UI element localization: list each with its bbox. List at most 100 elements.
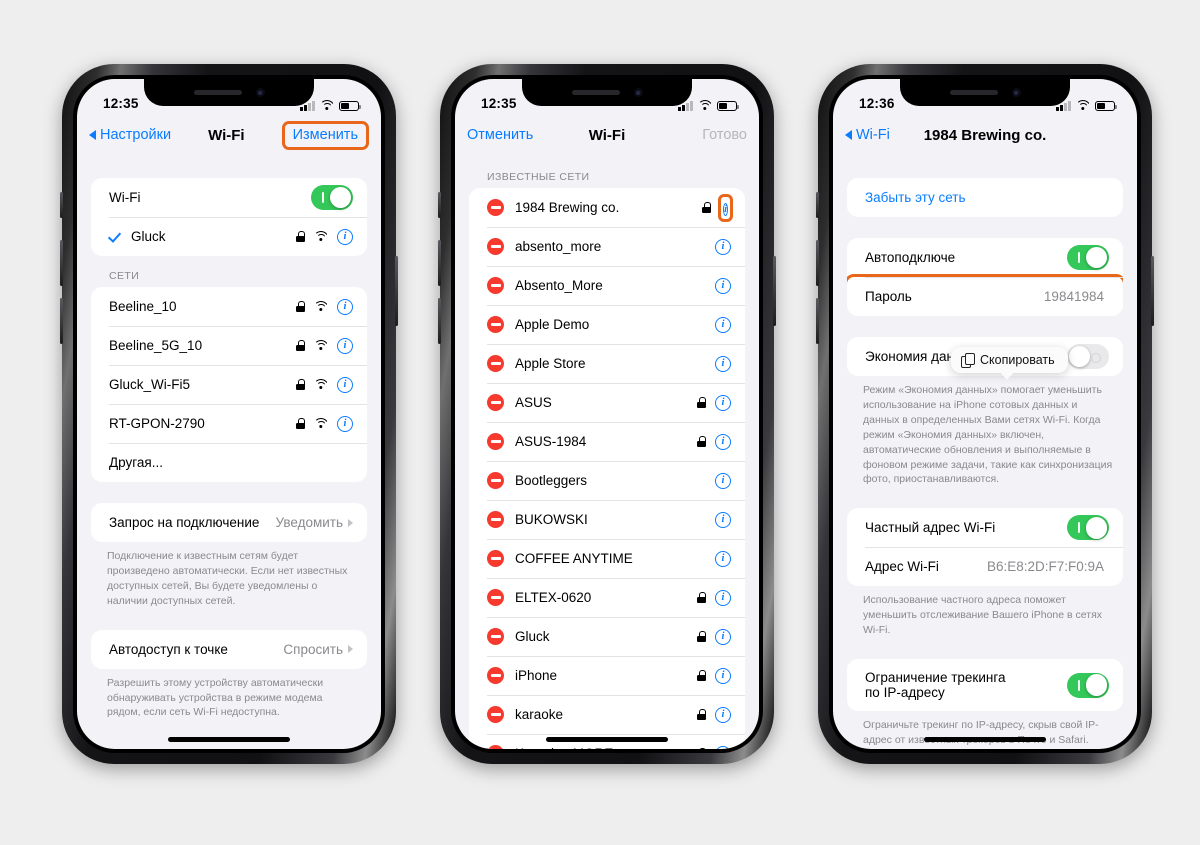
info-icon[interactable]: i: [337, 376, 353, 393]
table-row[interactable]: ELTEX-0620 i: [469, 578, 745, 617]
ip-tracking-row[interactable]: Ограничение трекинга по IP-адресу: [847, 659, 1123, 711]
settings-content-1[interactable]: Wi-Fi Gluck i СЕТИ Beeline_10 i Beeline_…: [77, 157, 381, 749]
remove-icon[interactable]: [487, 706, 504, 723]
list-item[interactable]: Beeline_5G_10 i: [91, 326, 367, 365]
ip-tracking-toggle[interactable]: [1067, 672, 1109, 698]
remove-icon[interactable]: [487, 472, 504, 489]
remove-icon[interactable]: [487, 628, 504, 645]
wifi-address-row: Адрес Wi-Fi B6:E8:2D:F7:F0:9A: [847, 547, 1123, 586]
remove-icon[interactable]: [487, 511, 504, 528]
other-network-item[interactable]: Другая...: [91, 443, 367, 482]
copy-tooltip[interactable]: Скопировать: [951, 347, 1068, 373]
info-icon[interactable]: i: [715, 511, 731, 528]
volume-down-button[interactable]: [438, 298, 441, 344]
phone-screen-1: 12:35 Настройки Wi-Fi Изменить Wi-Fi Glu…: [77, 79, 381, 749]
private-address-row[interactable]: Частный адрес Wi-Fi: [847, 508, 1123, 547]
remove-icon[interactable]: [487, 277, 504, 294]
table-row[interactable]: COFFEE ANYTIME i: [469, 539, 745, 578]
table-row[interactable]: ASUS i: [469, 383, 745, 422]
remove-icon[interactable]: [487, 316, 504, 333]
back-button-settings[interactable]: Настройки: [89, 127, 171, 143]
power-button[interactable]: [1151, 256, 1154, 326]
private-address-toggle[interactable]: [1067, 515, 1109, 541]
home-indicator[interactable]: [168, 737, 290, 742]
table-row[interactable]: karaoke i: [469, 695, 745, 734]
table-row[interactable]: Apple Demo i: [469, 305, 745, 344]
remove-icon[interactable]: [487, 589, 504, 606]
power-button[interactable]: [773, 256, 776, 326]
volume-down-button[interactable]: [816, 298, 819, 344]
info-icon[interactable]: i: [715, 433, 731, 450]
info-icon[interactable]: i: [715, 316, 731, 333]
edit-button[interactable]: Изменить: [281, 120, 369, 150]
list-item[interactable]: Gluck_Wi-Fi5 i: [91, 365, 367, 404]
info-icon[interactable]: i: [715, 355, 731, 372]
table-row[interactable]: iPhone i: [469, 656, 745, 695]
forget-network-row[interactable]: Забыть эту сеть: [847, 178, 1123, 217]
remove-icon[interactable]: [487, 745, 504, 749]
remove-icon[interactable]: [487, 238, 504, 255]
mute-switch[interactable]: [816, 192, 819, 218]
auto-hotspot-row[interactable]: Автодоступ к точке Спросить: [91, 630, 367, 669]
table-row[interactable]: Absento_More i: [469, 266, 745, 305]
table-row[interactable]: Gluck i: [469, 617, 745, 656]
volume-up-button[interactable]: [816, 240, 819, 286]
table-row[interactable]: 1984 Brewing co. i: [469, 188, 745, 227]
info-icon[interactable]: i: [715, 277, 731, 294]
copy-label: Скопировать: [980, 353, 1055, 367]
info-icon[interactable]: i: [337, 298, 353, 315]
remove-icon[interactable]: [487, 394, 504, 411]
table-row[interactable]: Bootleggers i: [469, 461, 745, 500]
done-button[interactable]: Готово: [673, 127, 747, 143]
remove-icon[interactable]: [487, 550, 504, 567]
volume-up-button[interactable]: [60, 240, 63, 286]
table-row[interactable]: absento_more i: [469, 227, 745, 266]
table-row[interactable]: BUKOWSKI i: [469, 500, 745, 539]
info-icon[interactable]: i: [715, 628, 731, 645]
list-item[interactable]: RT-GPON-2790 i: [91, 404, 367, 443]
data-saver-toggle[interactable]: [1067, 344, 1109, 369]
remove-icon[interactable]: [487, 433, 504, 450]
front-camera-icon: [255, 88, 265, 97]
info-icon[interactable]: i: [715, 550, 731, 567]
info-icon[interactable]: i: [715, 745, 731, 749]
remove-icon[interactable]: [487, 199, 504, 216]
wifi-toggle[interactable]: [311, 185, 353, 210]
home-indicator[interactable]: [924, 737, 1046, 742]
cancel-button[interactable]: Отменить: [467, 127, 541, 143]
volume-down-button[interactable]: [60, 298, 63, 344]
network-detail-content[interactable]: Забыть эту сеть Автоподключе Пароль 1984…: [833, 157, 1137, 749]
info-icon[interactable]: i: [723, 202, 728, 216]
info-icon[interactable]: i: [715, 472, 731, 489]
info-icon[interactable]: i: [715, 394, 731, 411]
auto-join-row[interactable]: Автоподключе: [847, 238, 1123, 277]
ip-tracking-line1: Ограничение трекинга: [865, 670, 1006, 686]
list-item[interactable]: Beeline_10 i: [91, 287, 367, 326]
mute-switch[interactable]: [438, 192, 441, 218]
connected-network-row[interactable]: Gluck i: [91, 217, 367, 256]
info-icon[interactable]: i: [337, 228, 353, 245]
table-row[interactable]: Apple Store i: [469, 344, 745, 383]
info-icon[interactable]: i: [337, 415, 353, 432]
known-networks-content[interactable]: ИЗВЕСТНЫЕ СЕТИ 1984 Brewing co. i absent…: [455, 157, 759, 749]
info-icon[interactable]: i: [715, 589, 731, 606]
info-icon[interactable]: i: [715, 238, 731, 255]
password-row[interactable]: Пароль 19841984: [847, 274, 1123, 316]
power-button[interactable]: [395, 256, 398, 326]
info-icon[interactable]: i: [715, 667, 731, 684]
home-indicator[interactable]: [546, 737, 668, 742]
checkmark-icon: [109, 230, 122, 243]
info-icon[interactable]: i: [715, 706, 731, 723]
back-button-wifi[interactable]: Wi-Fi: [845, 127, 919, 143]
ask-to-join-row[interactable]: Запрос на подключение Уведомить: [91, 503, 367, 542]
table-row[interactable]: ASUS-1984 i: [469, 422, 745, 461]
volume-up-button[interactable]: [438, 240, 441, 286]
wifi-toggle-row[interactable]: Wi-Fi: [91, 178, 367, 217]
mute-switch[interactable]: [60, 192, 63, 218]
info-icon[interactable]: i: [337, 337, 353, 354]
network-label: ASUS: [515, 395, 552, 410]
notch: [900, 79, 1070, 106]
remove-icon[interactable]: [487, 667, 504, 684]
remove-icon[interactable]: [487, 355, 504, 372]
auto-join-toggle[interactable]: [1067, 245, 1109, 270]
